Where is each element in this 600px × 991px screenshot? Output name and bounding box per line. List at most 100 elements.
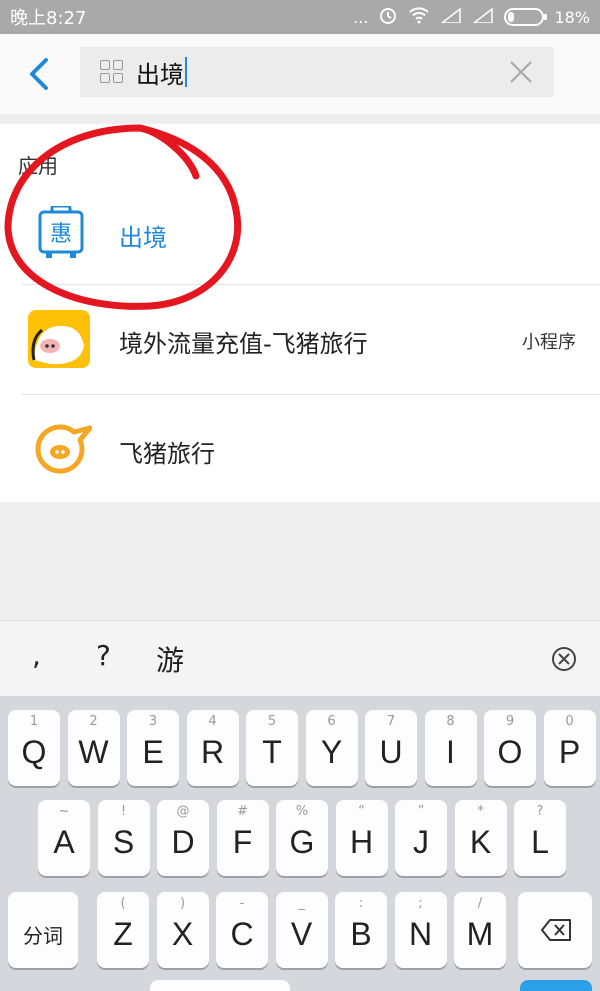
key-label: G (289, 824, 315, 860)
key-p[interactable]: 0P (543, 710, 596, 786)
search-input[interactable]: 出境 (80, 47, 554, 97)
key-label: T (262, 734, 282, 770)
keyboard: 1Q2W3E4R5T6Y7U8I9O0P ~ A! S @ D # F% G “H” J * K? L … (0, 696, 600, 991)
key-g[interactable]: % G (276, 800, 328, 876)
key-b[interactable]: :B (335, 892, 387, 968)
key-l[interactable]: ? L (514, 800, 566, 876)
candidate-item[interactable]: 游 (156, 639, 184, 679)
status-bar: 晚上8:27 ... 18% (0, 0, 600, 34)
status-icons: ... 18% (353, 5, 590, 29)
fliggy-logo-icon (35, 424, 92, 474)
divider (22, 394, 600, 395)
battery-icon (504, 8, 548, 26)
key-w[interactable]: 2W (67, 710, 120, 786)
key-a[interactable]: ~ A (38, 800, 90, 876)
key-label: E (142, 734, 164, 770)
wifi-icon (408, 6, 430, 28)
candidate-item[interactable]: , (32, 639, 41, 672)
result-item-fliggy[interactable]: 飞猪旅行 (0, 396, 600, 504)
result-item-chujing[interactable]: 惠 出境 (0, 178, 600, 286)
key-secondary-label: 0 (565, 714, 574, 729)
result-item-data-topup[interactable]: 境外流量充值-飞猪旅行 小程序 (0, 286, 600, 394)
key-c[interactable]: -C (216, 892, 268, 968)
text-caret (185, 57, 187, 87)
key-secondary-label: 8 (446, 714, 455, 729)
status-time: 晚上8:27 (10, 8, 87, 29)
key-label: D (171, 824, 195, 860)
segment-key[interactable]: 分词 (8, 892, 78, 968)
more-dots-icon: ... (353, 7, 369, 27)
key-label: B (350, 916, 372, 952)
key-x[interactable]: ) X (156, 892, 209, 968)
key-secondary-label: ~ (58, 804, 70, 819)
key-d[interactable]: @ D (157, 800, 209, 876)
mini-program-tag: 小程序 (522, 332, 576, 353)
close-circle-icon (552, 647, 576, 671)
search-query: 出境 (136, 60, 184, 89)
backspace-key[interactable] (518, 892, 592, 968)
key-secondary-label: 6 (327, 714, 336, 729)
key-secondary-label: : (358, 896, 364, 911)
key-i[interactable]: 8I (424, 710, 477, 786)
key-t[interactable]: 5T (246, 710, 298, 786)
key-label: N (408, 916, 433, 952)
key-z[interactable]: (Z (97, 892, 149, 968)
key-label: O (497, 734, 523, 770)
key-label: F (232, 824, 253, 860)
key-q[interactable]: 1Q (8, 710, 60, 786)
collapse-candidates-button[interactable] (550, 645, 578, 673)
key-v[interactable]: _ V (275, 892, 328, 968)
result-title: 出境 (119, 224, 167, 252)
key-label: Q (21, 734, 47, 770)
key-u[interactable]: 7U (365, 710, 417, 786)
key-label: J (413, 824, 429, 860)
key-label: I (446, 734, 455, 770)
key-m[interactable]: / M (454, 892, 506, 968)
key-j[interactable]: ” J (395, 800, 447, 876)
clear-search-button[interactable] (508, 59, 534, 85)
key-r[interactable]: 4R (186, 710, 239, 786)
backspace-icon (541, 919, 571, 941)
key-label: V (290, 916, 313, 952)
key-s[interactable]: ! S (97, 800, 150, 876)
candidate-item[interactable]: ? (96, 639, 111, 672)
key-n[interactable]: ; N (394, 892, 447, 968)
key-o[interactable]: 9O (484, 710, 536, 786)
key-secondary-label: ; (418, 896, 423, 911)
key-secondary-label: ( (120, 896, 126, 911)
key-secondary-label: 5 (267, 714, 277, 729)
key-h[interactable]: “H (335, 800, 388, 876)
result-title: 飞猪旅行 (119, 440, 215, 468)
key-secondary-label: @ (176, 804, 190, 819)
key-y[interactable]: 6Y (305, 710, 358, 786)
key-secondary-label: 9 (505, 714, 515, 729)
result-title: 境外流量充值-飞猪旅行 (119, 330, 368, 358)
key-secondary-label: ! (120, 804, 127, 819)
key-label: Z (113, 916, 133, 952)
key-secondary-label: - (239, 896, 245, 911)
key-secondary-label: 4 (208, 714, 217, 729)
alarm-icon (378, 5, 398, 29)
key-secondary-label: 2 (89, 714, 98, 729)
key-secondary-label: _ (298, 896, 305, 911)
battery-percent: 18% (554, 7, 590, 27)
search-header: 出境 (0, 34, 600, 114)
key-secondary-label: * (477, 804, 484, 819)
key-label: U (379, 734, 403, 770)
spacebar-key[interactable] (150, 980, 290, 991)
key-secondary-label: / (477, 896, 483, 911)
key-k[interactable]: * K (454, 800, 507, 876)
key-label: Y (320, 734, 343, 770)
signal-icon-2 (472, 7, 494, 27)
key-f[interactable]: # F (216, 800, 269, 876)
grid-icon (100, 60, 124, 84)
key-e[interactable]: 3E (127, 710, 179, 786)
key-secondary-label: ? (536, 804, 544, 819)
enter-key[interactable] (520, 980, 592, 991)
close-icon (510, 61, 532, 83)
key-label: W (78, 734, 109, 770)
key-label: 分词 (23, 926, 63, 948)
back-button[interactable] (22, 52, 62, 96)
key-secondary-label: “ (358, 804, 365, 819)
luggage-discount-icon: 惠 (38, 206, 84, 258)
